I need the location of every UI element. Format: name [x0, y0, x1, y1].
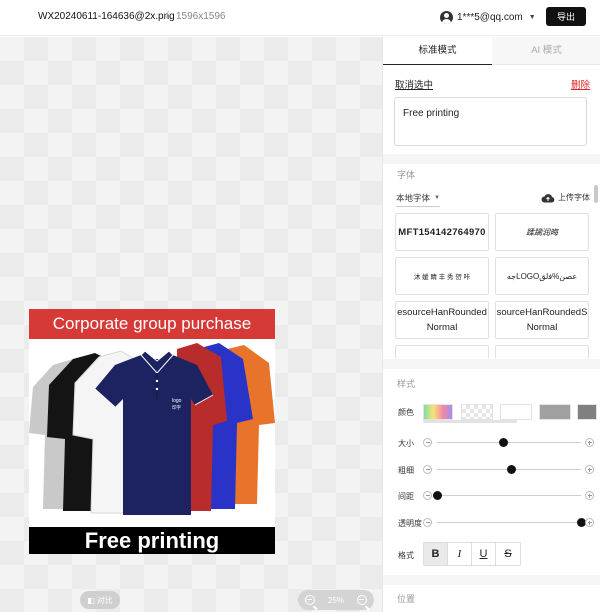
font-source-value: 本地字体: [396, 193, 431, 203]
size-label: 大小: [398, 439, 414, 448]
color-swatch-white[interactable]: [500, 404, 532, 420]
chevron-down-icon: ▼: [528, 13, 536, 21]
file-separator: /: [166, 10, 169, 21]
opacity-row: 透明度: [383, 515, 600, 531]
section-divider: [383, 154, 600, 164]
size-slider-track[interactable]: [437, 442, 581, 443]
spacing-slider-thumb[interactable]: [432, 491, 442, 500]
transparent-swatch[interactable]: [461, 404, 493, 420]
mode-tabs: 标准模式 AI 模式: [383, 37, 600, 65]
color-label: 颜色: [398, 408, 414, 417]
artwork-footer-text: Free printing: [29, 527, 275, 554]
size-increase-icon[interactable]: [585, 438, 594, 447]
zoom-in-icon[interactable]: [356, 595, 367, 605]
underline-button[interactable]: U: [472, 543, 496, 565]
design-canvas[interactable]: Corporate group purchase logo 印字 Free pr…: [0, 37, 382, 612]
chevron-down-icon: ▼: [434, 195, 440, 201]
zoom-out-icon[interactable]: [305, 595, 315, 605]
image-dimensions: 1596x1596: [176, 11, 226, 22]
upload-font-button[interactable]: 上传字体: [541, 192, 590, 203]
upload-font-label: 上传字体: [558, 193, 590, 202]
opacity-increase-icon[interactable]: [585, 518, 594, 527]
color-row: 颜色: [383, 404, 600, 420]
italic-button[interactable]: I: [448, 543, 472, 565]
strikethrough-button[interactable]: S: [496, 543, 520, 565]
spacing-row: 间距: [383, 488, 600, 504]
weight-slider-thumb[interactable]: [507, 465, 517, 474]
weight-label: 粗细: [398, 466, 414, 475]
zoom-control: 25%: [298, 590, 374, 610]
spacing-increase-icon[interactable]: [585, 491, 594, 500]
shirt-logo-subtext: 印字: [172, 404, 181, 411]
panel-scrollbar[interactable]: [594, 185, 598, 203]
weight-decrease-icon[interactable]: [423, 465, 432, 474]
opacity-slider-track[interactable]: [437, 522, 581, 523]
top-bar: WX20240611-164636@2x.png / 1596x1596 1**…: [0, 0, 600, 36]
spacing-slider-track[interactable]: [437, 495, 581, 496]
text-content-input[interactable]: Free printing: [394, 97, 587, 146]
compare-button[interactable]: ◧ 对比: [80, 591, 120, 609]
style-section-label: 样式: [397, 379, 416, 389]
color-swatch-grey[interactable]: [539, 404, 571, 420]
weight-increase-icon[interactable]: [585, 465, 594, 474]
bold-button[interactable]: B: [424, 543, 448, 565]
size-decrease-icon[interactable]: [423, 438, 432, 447]
section-divider: [383, 359, 600, 369]
section-divider: [383, 575, 600, 585]
account-menu[interactable]: 1***5@qq.com ▼: [440, 9, 536, 25]
tab-standard-mode[interactable]: 标准模式: [383, 37, 492, 65]
polo-shirts-illustration: logo 印字: [29, 343, 275, 515]
font-tile[interactable]: [395, 345, 489, 359]
swatch-scrollbar[interactable]: [423, 420, 517, 423]
zoom-level: 25%: [327, 595, 344, 605]
font-tile[interactable]: MFT154142764970: [395, 213, 489, 251]
color-swatch-darkgrey[interactable]: [577, 404, 597, 420]
format-label: 格式: [398, 551, 414, 560]
position-section-label: 位置: [397, 594, 416, 604]
account-email: 1***5@qq.com: [457, 11, 523, 23]
opacity-label: 透明度: [398, 519, 422, 528]
font-tile[interactable]: 蹂躏润晦: [495, 213, 589, 251]
deselect-link[interactable]: 取消选中: [395, 77, 433, 91]
font-tile[interactable]: ﺟﻪLOGOﻋﺼﻦ%ﻓﻟﻖ: [495, 257, 589, 295]
compare-icon: ◧: [87, 595, 95, 605]
font-tile[interactable]: esourceHanRounded Normal: [395, 301, 489, 339]
compare-label: 对比: [96, 595, 113, 605]
font-section-label: 字体: [397, 170, 416, 180]
properties-panel: 标准模式 AI 模式 取消选中 删除 Free printing 字体 本地字体…: [382, 37, 600, 612]
weight-row: 粗细: [383, 462, 600, 478]
size-slider-thumb[interactable]: [498, 438, 508, 447]
format-toolbar: B I U S: [423, 542, 521, 566]
spacing-decrease-icon[interactable]: [423, 491, 432, 500]
spacing-label: 间距: [398, 492, 414, 501]
user-avatar-icon: [440, 10, 453, 24]
font-tile[interactable]: sourceHanRoundedS Normal: [495, 301, 589, 339]
shirt-logo-text: logo: [172, 398, 182, 404]
artwork-banner-text: Corporate group purchase: [29, 309, 275, 339]
cloud-upload-icon: [541, 193, 555, 202]
font-tile[interactable]: 沐 媛 睛 丰 秀 哿 咔: [395, 257, 489, 295]
font-tile[interactable]: [495, 345, 589, 359]
export-button[interactable]: 导出: [546, 7, 586, 26]
file-name: WX20240611-164636@2x.png: [38, 11, 175, 22]
size-row: 大小: [383, 435, 600, 451]
font-source-dropdown[interactable]: 本地字体 ▼: [396, 192, 440, 207]
tab-ai-mode[interactable]: AI 模式: [492, 37, 600, 65]
artwork-image[interactable]: Corporate group purchase logo 印字 Free pr…: [29, 309, 275, 554]
delete-link[interactable]: 删除: [571, 77, 590, 91]
color-picker-gradient[interactable]: [423, 404, 453, 420]
opacity-decrease-icon[interactable]: [423, 518, 432, 527]
